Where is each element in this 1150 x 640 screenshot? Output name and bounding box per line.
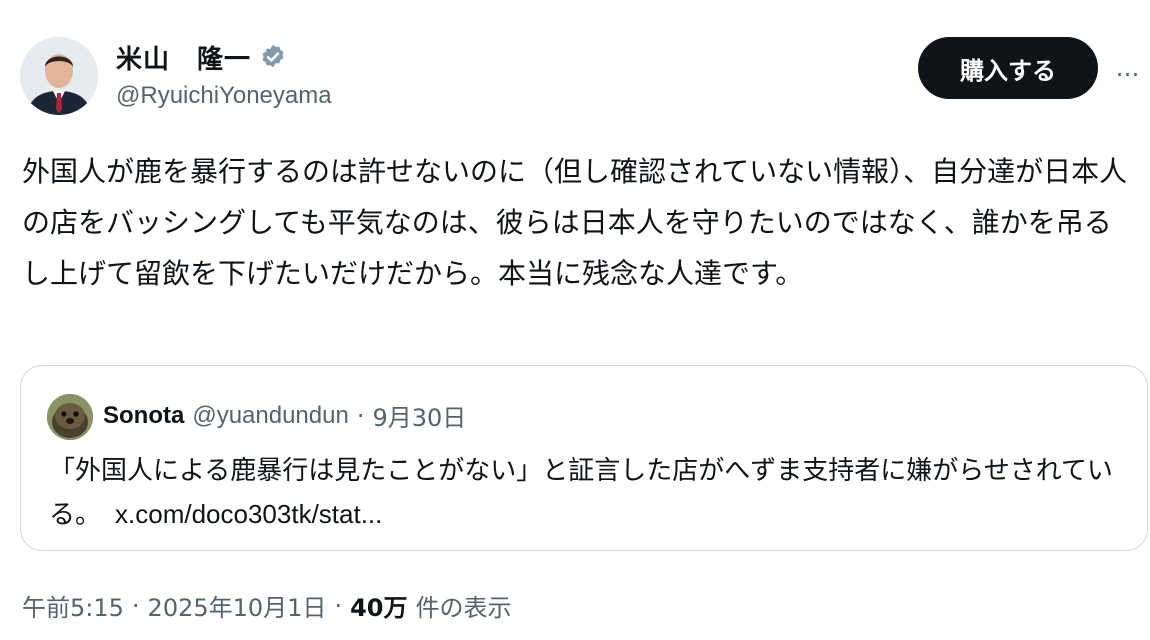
verified-badge-icon[interactable] [259, 43, 287, 71]
quoted-tweet-text: 「外国人による鹿暴行は見たことがない」と証言した店がへずま支持者に嫌がらせされて… [49, 450, 1129, 537]
quoted-author-handle[interactable]: @yuandundun [192, 402, 349, 430]
meta-separator: · [334, 591, 343, 620]
quoted-author-name[interactable]: Sonota [103, 402, 184, 430]
more-options-icon[interactable]: … [1112, 52, 1144, 84]
quoted-tweet-date[interactable]: 9月30日 [372, 398, 466, 433]
quoted-tweet-card[interactable]: Sonota @yuandundun · 9月30日 「外国人による鹿暴行は見た… [20, 365, 1148, 551]
tweet-text: 外国人が鹿を暴行するのは許せないのに（但し確認されていない情報）、自分達が日本人… [22, 155, 1128, 290]
meta-separator: · [131, 591, 140, 620]
tweet-time[interactable]: 午前5:15 [22, 588, 124, 623]
quoted-header-separator: · [356, 401, 365, 430]
views-count: 40万 [350, 594, 408, 622]
quoted-avatar-image [47, 394, 93, 440]
author-name-row[interactable]: 米山 隆一 [116, 39, 287, 76]
author-avatar-image [20, 37, 98, 115]
buy-button[interactable]: 購入する [918, 37, 1098, 99]
author-handle[interactable]: @RyuichiYoneyama [116, 82, 332, 110]
views-label: 件の表示 [415, 594, 512, 622]
tweet-meta: 午前5:15 · 2025年10月1日 · 40万 件の表示 [22, 588, 511, 623]
quoted-tweet-link[interactable]: x.com/doco303tk/stat... [115, 499, 382, 529]
quoted-author-avatar[interactable] [47, 394, 93, 440]
quoted-tweet-header: Sonota @yuandundun · 9月30日 [103, 398, 466, 433]
author-avatar[interactable] [20, 37, 98, 115]
tweet-date[interactable]: 2025年10月1日 [148, 588, 327, 623]
author-name[interactable]: 米山 隆一 [116, 39, 251, 76]
